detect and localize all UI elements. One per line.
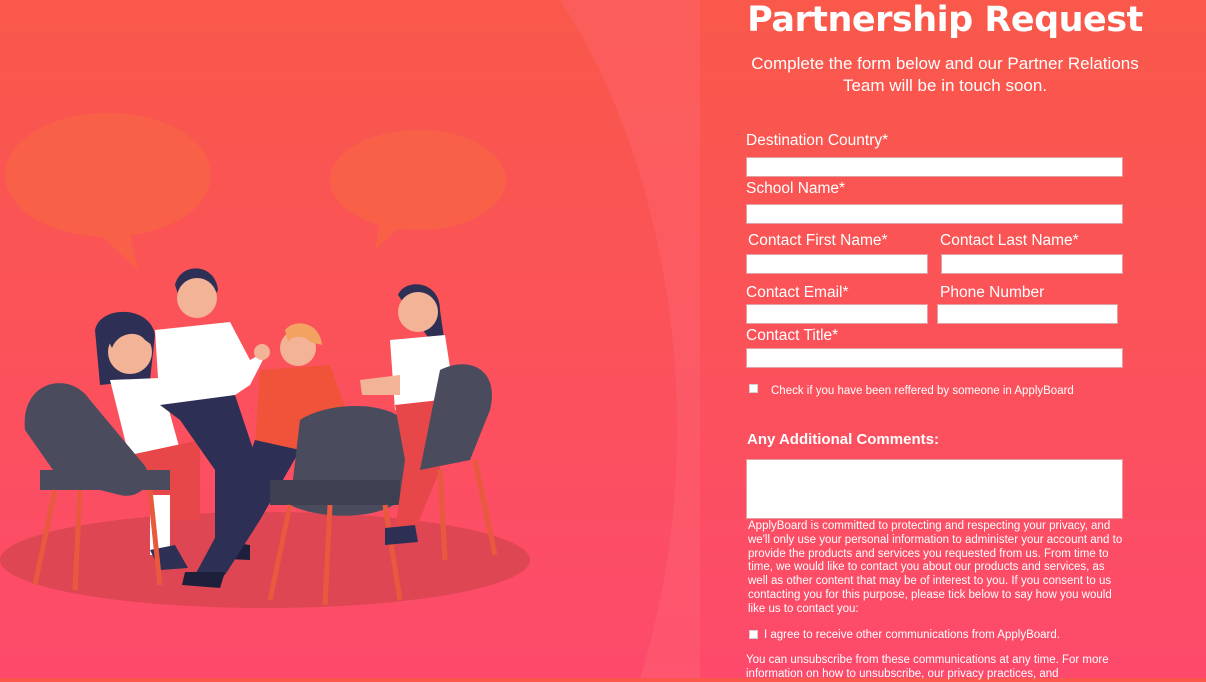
contact-first-name-field[interactable] xyxy=(746,254,928,274)
contact-last-name-field[interactable] xyxy=(941,254,1123,274)
illustration xyxy=(0,0,700,678)
contact-title-label: Contact Title* xyxy=(746,327,839,344)
privacy-notice: ApplyBoard is committed to protecting an… xyxy=(748,520,1123,615)
referral-checkbox-label: Check if you have been reffered by someo… xyxy=(771,385,1074,397)
people-meeting-illustration xyxy=(0,0,700,678)
speech-bubble-icon xyxy=(330,130,506,250)
comments-heading: Any Additional Comments: xyxy=(747,431,939,448)
destination-country-field[interactable] xyxy=(746,157,1123,177)
contact-email-field[interactable] xyxy=(746,304,928,324)
phone-number-label: Phone Number xyxy=(940,284,1045,301)
page-subtitle: Complete the form below and our Partner … xyxy=(751,54,1139,95)
unsubscribe-notice: You can unsubscribe from these communica… xyxy=(746,654,1109,680)
contact-last-name-label: Contact Last Name* xyxy=(940,232,1079,249)
contact-first-name-label: Contact First Name* xyxy=(748,232,888,249)
phone-number-field[interactable] xyxy=(937,304,1118,324)
school-name-field[interactable] xyxy=(746,204,1123,224)
referral-checkbox[interactable] xyxy=(749,384,758,393)
speech-bubble-icon xyxy=(5,113,211,270)
school-name-label: School Name* xyxy=(746,180,846,197)
contact-title-field[interactable] xyxy=(746,348,1123,368)
comments-textarea[interactable] xyxy=(746,459,1123,519)
destination-country-label: Destination Country* xyxy=(746,132,889,149)
consent-checkbox[interactable] xyxy=(749,630,758,639)
consent-checkbox-label: I agree to receive other communications … xyxy=(764,629,1060,641)
contact-email-label: Contact Email* xyxy=(746,284,849,301)
page-title: Partnership Request xyxy=(747,0,1143,40)
